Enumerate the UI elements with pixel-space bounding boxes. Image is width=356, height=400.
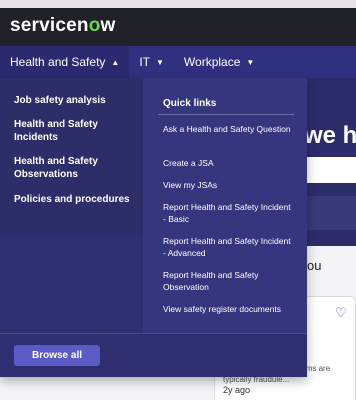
hero-title: we he [304,122,356,149]
nav-item-label: IT [139,55,150,69]
logo-accent-o: o [88,15,101,36]
caret-up-icon: ▲ [111,57,120,67]
quick-link-report-incident-basic[interactable]: Report Health and Safety Incident - Basi… [163,201,295,225]
caret-down-icon: ▼ [246,57,255,67]
hero-search-input[interactable] [300,157,356,183]
quick-link-report-incident-advanced[interactable]: Report Health and Safety Incident - Adva… [163,235,295,259]
quick-link-ask-question[interactable]: Ask a Health and Safety Question [163,123,295,135]
menu-link-job-safety-analysis[interactable]: Job safety analysis [14,94,134,107]
menu-link-health-safety-observations[interactable]: Health and Safety Observations [14,155,134,181]
caret-down-icon: ▼ [156,57,164,67]
logo-text-end: w [100,15,116,36]
quick-links-divider [158,114,294,115]
heart-icon[interactable]: ♡ [335,305,347,321]
browser-top-strip [0,0,356,8]
nav-item-label: Workplace [183,55,241,69]
nav-item-it[interactable]: IT ▼ [129,46,174,78]
quick-link-view-my-jsas[interactable]: View my JSAs [163,179,295,191]
servicenow-logo[interactable]: servicenow [10,15,116,37]
quick-link-create-jsa[interactable]: Create a JSA [163,157,295,169]
quick-link-view-safety-register[interactable]: View safety register documents [163,303,295,315]
browse-all-button[interactable]: Browse all [14,345,100,366]
quick-links-title: Quick links [163,98,217,109]
top-header: servicenow [0,8,356,46]
card-date: 2y ago [223,385,251,395]
logo-text-start: servicen [10,15,89,36]
nav-item-health-and-safety[interactable]: Health and Safety ▲ [0,46,130,78]
nav-item-label: Health and Safety [10,55,106,69]
hero-band [300,196,356,230]
main-nav: Health and Safety ▲ IT ▼ Workplace ▼ [0,46,356,78]
menu-link-policies-and-procedures[interactable]: Policies and procedures [14,193,134,206]
section-title: ou [307,258,322,273]
quick-link-report-observation[interactable]: Report Health and Safety Observation [163,269,295,293]
nav-item-workplace[interactable]: Workplace ▼ [174,46,264,78]
menu-link-health-safety-incidents[interactable]: Health and Safety Incidents [14,118,134,144]
